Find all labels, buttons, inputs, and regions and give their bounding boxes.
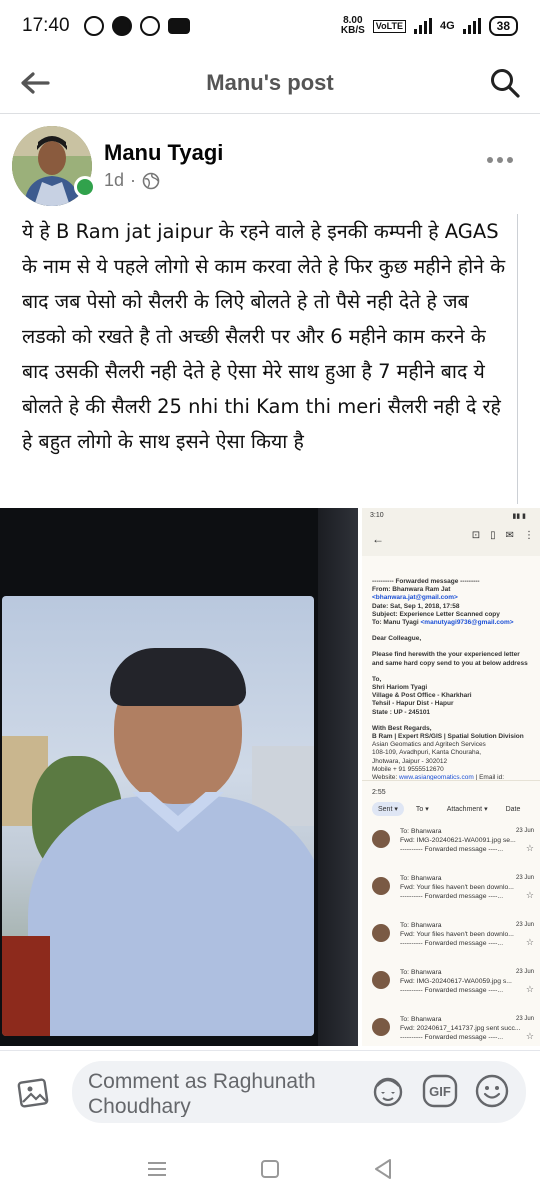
emoji-icon: [475, 1074, 509, 1108]
post-text: ये हे B Ram jat jaipur के रहने वाले हे इ…: [22, 220, 506, 453]
gif-label: GIF: [429, 1084, 451, 1099]
post-header: Manu Tyagi 1d ·: [12, 124, 528, 206]
list-item: To: Bhanwara Fwd: IMG-20240617-WA0059.jp…: [362, 963, 540, 1010]
avatar-sticker-button[interactable]: [368, 1071, 408, 1111]
home-icon: [260, 1160, 279, 1178]
post-time[interactable]: 1d: [104, 170, 124, 191]
signal-icon: [413, 18, 432, 34]
app-bar: Manu's post: [0, 52, 540, 114]
status-bar: 17:40 8.00 KB/S VoLTE 4G 38: [0, 0, 540, 52]
more-vertical-icon: ⋮: [524, 530, 534, 541]
comment-input[interactable]: Comment as Raghunath Choudhary GIF: [72, 1061, 526, 1123]
emoji-button[interactable]: [472, 1071, 512, 1111]
mail-icon: ✉: [505, 530, 514, 541]
star-icon: ☆: [525, 984, 534, 994]
star-icon: ☆: [525, 843, 534, 853]
signal-2-icon: [462, 18, 481, 34]
globe-icon: [142, 172, 160, 189]
notification-icons: [83, 16, 190, 36]
no-entry-icon: [139, 16, 160, 36]
list-item: To: Bhanwara Fwd: Your files haven't bee…: [362, 916, 540, 963]
system-nav-bar: [0, 1138, 540, 1200]
recents-button[interactable]: [137, 1149, 177, 1189]
list-item: To: Bhanwara Fwd: 20240617_141737.jpg se…: [362, 1010, 540, 1046]
list-item: To: Bhanwara Fwd: Your files haven't bee…: [362, 869, 540, 916]
avatar: [372, 830, 390, 848]
list-item: To: Bhanwara Fwd: IMG-20240621-WA0091.jp…: [362, 822, 540, 869]
star-icon: ☆: [525, 1031, 534, 1041]
avatar: [372, 877, 390, 895]
post-body: ये हे B Ram jat jaipur के रहने वाले हे इ…: [22, 214, 518, 504]
add-photo-button[interactable]: [14, 1071, 56, 1113]
fintech-app-icon: [167, 18, 190, 34]
n-app-icon: [111, 16, 132, 36]
post-photo[interactable]: [0, 508, 358, 1046]
battery-icon: 38: [488, 16, 518, 36]
photo-icon: [17, 1078, 49, 1108]
fan-icon: [83, 16, 104, 36]
filter-to: To ▾: [415, 806, 429, 813]
archive-icon: ⊡: [471, 530, 481, 541]
star-icon: ☆: [525, 890, 534, 900]
post-meta: 1d ·: [104, 170, 160, 191]
avatar: [372, 1018, 390, 1036]
search-button[interactable]: [470, 52, 540, 114]
comment-bar: Comment as Raghunath Choudhary GIF: [0, 1050, 540, 1130]
network-type: 4G: [439, 20, 455, 32]
filter-chips: Sent ▾ To ▾ Attachment ▾ Date: [362, 800, 540, 822]
more-options-button[interactable]: [480, 148, 520, 172]
arrow-left-icon: ←: [372, 532, 384, 546]
recents-icon: [147, 1162, 166, 1176]
status-time: 17:40: [22, 15, 70, 36]
star-icon: ☆: [525, 937, 534, 947]
volte-icon: VoLTE: [372, 19, 406, 33]
search-icon: [491, 68, 520, 98]
filter-attachment: Attachment ▾: [446, 806, 488, 813]
home-button[interactable]: [250, 1149, 290, 1189]
system-icons: 8.00 KB/S VoLTE 4G 38: [341, 16, 518, 36]
back-button[interactable]: [0, 52, 70, 114]
arrow-left-icon: [21, 71, 50, 94]
filter-date: Date: [505, 805, 521, 813]
author-name[interactable]: Manu Tyagi: [104, 140, 223, 166]
online-status-dot: [74, 176, 96, 198]
nav-back-button[interactable]: [363, 1149, 403, 1189]
comment-placeholder: Comment as Raghunath Choudhary: [88, 1070, 316, 1117]
avatar: [372, 971, 390, 989]
avatar: [372, 924, 390, 942]
post-screenshot-image[interactable]: 3:10 ▮▮ ▮ ← ⊡ ▯ ✉ ⋮ ---------- Forwarded…: [362, 508, 540, 1046]
delete-icon: ▯: [490, 530, 496, 541]
more-horizontal-icon: [487, 157, 493, 163]
filter-sent: Sent ▾: [372, 802, 404, 816]
net-speed: 8.00 KB/S: [340, 15, 365, 36]
page-title: Manu's post: [206, 69, 334, 95]
email-list: 2:55 Sent ▾ To ▾ Attachment ▾ Date To: B…: [362, 780, 540, 1046]
email-content: ---------- Forwarded message --------- F…: [372, 578, 528, 782]
back-icon: [375, 1159, 392, 1179]
avatar-sticker-icon: [373, 1077, 403, 1107]
photo-screen: [2, 596, 314, 1036]
gif-button[interactable]: GIF: [420, 1071, 460, 1111]
